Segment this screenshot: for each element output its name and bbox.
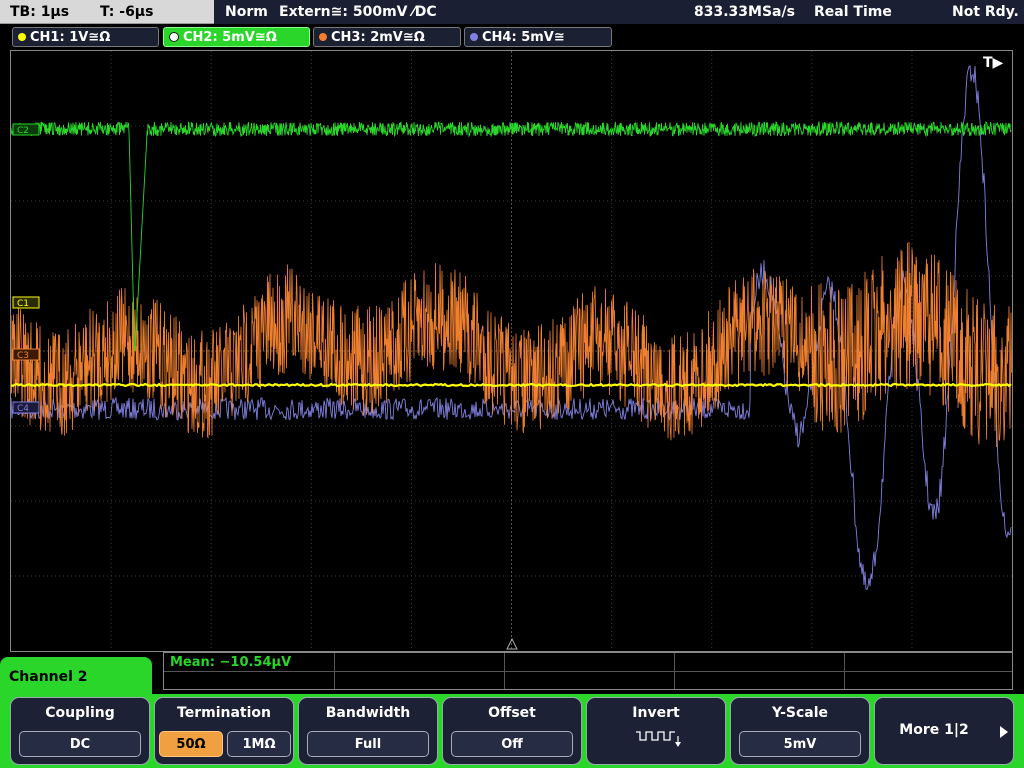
next-page-arrow-icon xyxy=(1000,726,1008,738)
marker-text: C2 xyxy=(17,126,29,136)
ch1-level-marker[interactable]: C1 xyxy=(12,296,40,309)
y-scale-softkey[interactable]: Y-Scale 5mV xyxy=(730,697,870,765)
meas-divider xyxy=(164,671,1012,672)
softkey-label: Coupling xyxy=(45,705,115,721)
termination-50ohm-option[interactable]: 50Ω xyxy=(159,731,223,757)
softkey-label: Termination xyxy=(177,705,271,721)
ch4-dot-icon xyxy=(470,33,478,41)
more-softkey[interactable]: More 1|2 xyxy=(874,697,1014,765)
ch2-level-marker[interactable]: C2 xyxy=(12,123,40,136)
channel-tab-ch2[interactable]: CH2: 5mV≅Ω xyxy=(163,27,310,47)
measurement-panel[interactable]: Mean: −10.54µV xyxy=(163,652,1013,690)
trigger-source[interactable]: Extern≅: 500mV ⁄DC xyxy=(279,4,437,20)
channel-tab-label: CH1: 1V≅Ω xyxy=(30,29,111,45)
channel-tab-label: CH3: 2mV≅Ω xyxy=(331,29,425,45)
termination-softkey[interactable]: Termination 50Ω 1MΩ xyxy=(154,697,294,765)
trigger-info: Norm Extern≅: 500mV ⁄DC 833.33MSa/s Real… xyxy=(0,0,1024,24)
invert-square-wave-icon xyxy=(636,731,681,747)
coupling-value[interactable]: DC xyxy=(19,731,141,757)
bandwidth-value[interactable]: Full xyxy=(307,731,429,757)
channel-tab-label: CH2: 5mV≅Ω xyxy=(183,29,277,45)
run-status: Not Rdy. xyxy=(952,4,1019,20)
channel-tab-label: CH4: 5mV≅ xyxy=(482,29,565,45)
ch2-dot-icon xyxy=(169,32,179,42)
coupling-softkey[interactable]: Coupling DC xyxy=(10,697,150,765)
acquisition-mode: Real Time xyxy=(814,4,892,20)
sample-rate: 833.33MSa/s xyxy=(694,4,795,20)
ch1-dot-icon xyxy=(18,33,26,41)
marker-text: C4 xyxy=(17,404,29,414)
waveform-display[interactable]: C2 C1 C3 C4 T▶ xyxy=(10,50,1013,652)
channel-tab-ch1[interactable]: CH1: 1V≅Ω xyxy=(12,27,159,47)
trigger-position-marker[interactable]: T▶ xyxy=(983,55,1004,71)
menu-title-tab: Channel 2 xyxy=(0,657,152,699)
ch3-level-marker[interactable]: C3 xyxy=(12,348,40,361)
trigger-mode[interactable]: Norm xyxy=(225,4,268,20)
channel-tab-ch3[interactable]: CH3: 2mV≅Ω xyxy=(313,27,461,47)
softkey-label: Offset xyxy=(488,705,536,721)
offset-value[interactable]: Off xyxy=(451,731,573,757)
y-scale-value[interactable]: 5mV xyxy=(739,731,861,757)
bandwidth-softkey[interactable]: Bandwidth Full xyxy=(298,697,438,765)
offset-softkey[interactable]: Offset Off xyxy=(442,697,582,765)
marker-text: C3 xyxy=(17,351,29,361)
invert-softkey[interactable]: Invert xyxy=(586,697,726,765)
ch3-dot-icon xyxy=(319,33,327,41)
channel-bar: CH1: 1V≅Ω CH2: 5mV≅Ω CH3: 2mV≅Ω CH4: 5mV… xyxy=(0,24,1024,50)
softkey-label: Invert xyxy=(632,705,680,721)
channel-tab-ch4[interactable]: CH4: 5mV≅ xyxy=(464,27,612,47)
termination-1mohm-option[interactable]: 1MΩ xyxy=(227,731,291,757)
menu-title: Channel 2 xyxy=(9,669,88,685)
marker-text: C1 xyxy=(17,299,29,309)
softkey-label: Bandwidth xyxy=(325,705,411,721)
waveform-canvas[interactable]: C2 C1 C3 C4 T▶ xyxy=(11,51,1012,651)
more-label: More 1|2 xyxy=(899,722,969,738)
softkey-label: Y-Scale xyxy=(771,705,828,721)
ch4-level-marker[interactable]: C4 xyxy=(12,401,40,414)
